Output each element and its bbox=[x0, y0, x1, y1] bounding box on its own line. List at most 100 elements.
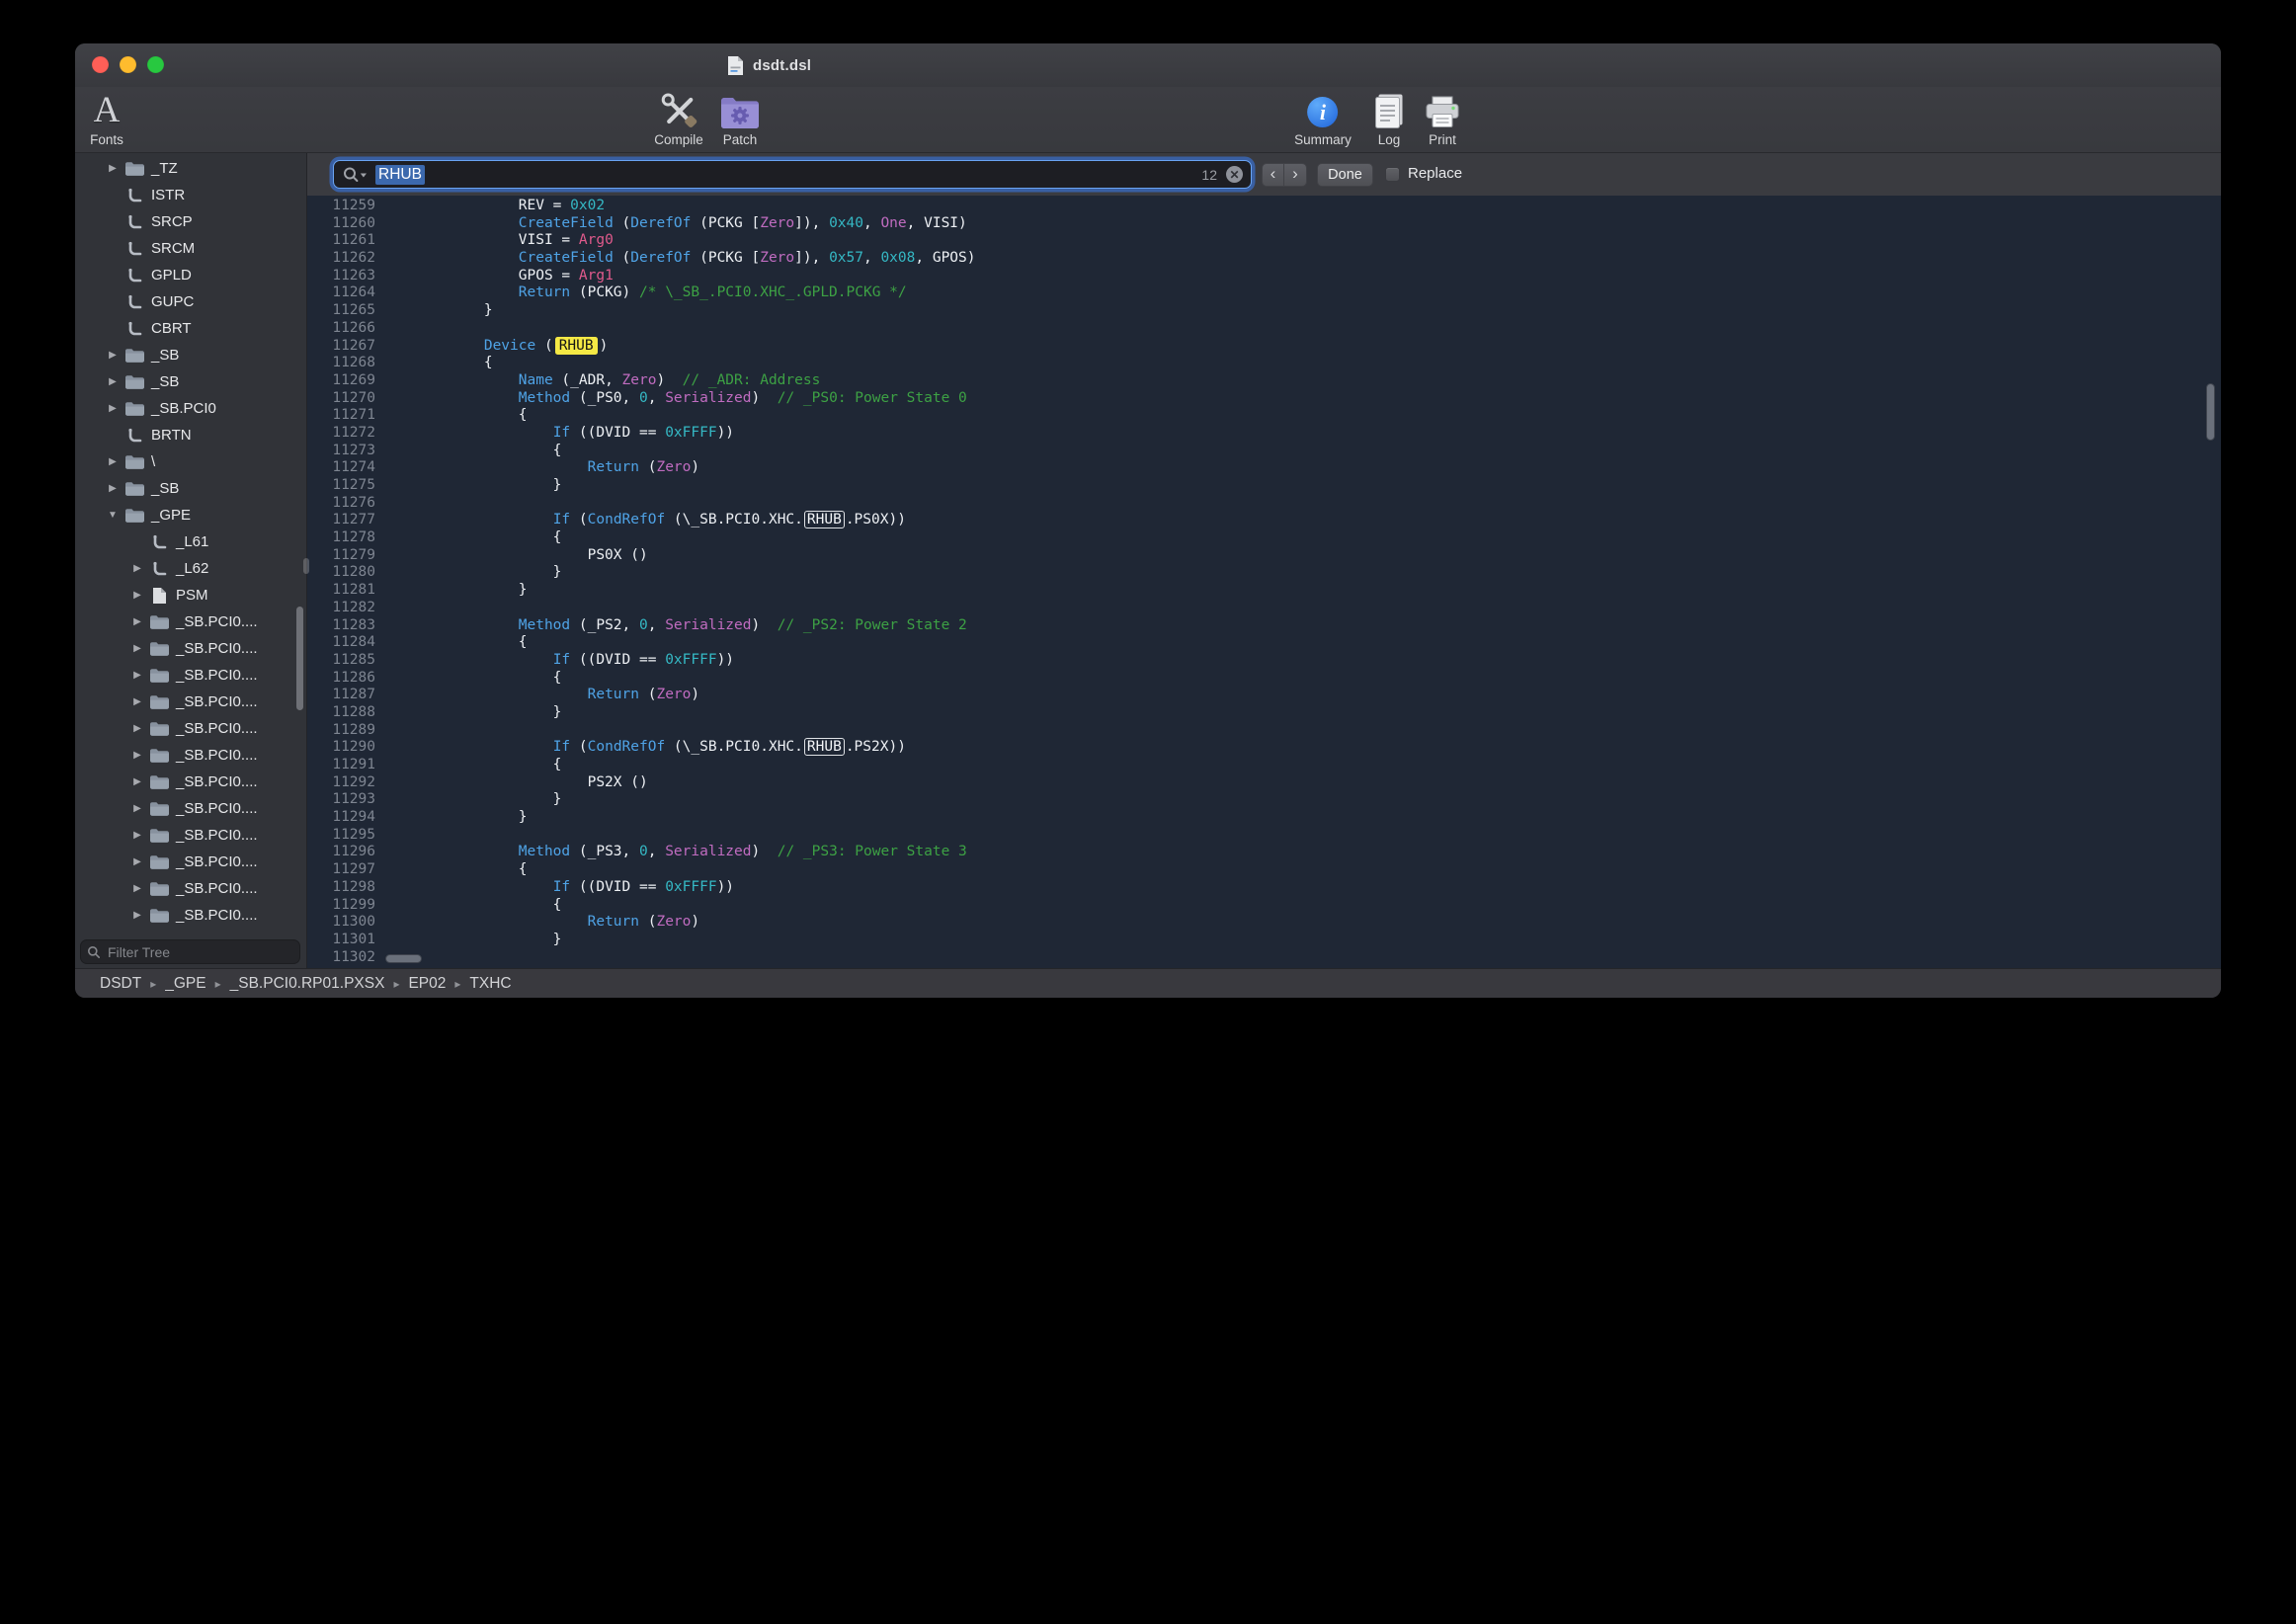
tree-item-_sb[interactable]: ▶_SB bbox=[75, 368, 306, 395]
disclosure-triangle-icon[interactable]: ▶ bbox=[127, 643, 147, 654]
breadcrumb-item[interactable]: EP02 bbox=[408, 975, 446, 993]
done-button[interactable]: Done bbox=[1317, 163, 1373, 187]
tree-item-[interactable]: ▶\ bbox=[75, 448, 306, 475]
tree-item-_sbpci0[interactable]: ▶_SB.PCI0.... bbox=[75, 609, 306, 635]
folder-icon bbox=[147, 668, 171, 684]
tree-item-_sb[interactable]: ▶_SB bbox=[75, 342, 306, 368]
code-line: { bbox=[415, 407, 2221, 425]
patch-folder-gear-icon bbox=[719, 89, 761, 130]
clear-search-icon[interactable]: ✕ bbox=[1226, 166, 1243, 183]
line-number: 11265 bbox=[307, 302, 375, 320]
code-line: { bbox=[415, 861, 2221, 879]
tree-item-_gpe[interactable]: ▼ _GPE bbox=[75, 502, 306, 528]
patch-label: Patch bbox=[723, 132, 758, 147]
disclosure-triangle-icon[interactable]: ▶ bbox=[127, 590, 147, 601]
tree-item-srcp[interactable]: ▶SRCP bbox=[75, 208, 306, 235]
minimize-window-button[interactable] bbox=[120, 56, 136, 73]
filter-tree-field[interactable] bbox=[80, 939, 300, 964]
method-icon bbox=[123, 294, 146, 310]
disclosure-triangle-icon[interactable]: ▶ bbox=[103, 376, 123, 387]
splitter-handle[interactable] bbox=[303, 558, 309, 574]
tree-item-brtn[interactable]: ▶BRTN bbox=[75, 422, 306, 448]
disclosure-triangle-icon[interactable]: ▶ bbox=[127, 910, 147, 921]
tree-item-_l61[interactable]: ▶_L61 bbox=[75, 528, 306, 555]
find-search-field[interactable]: RHUB 12 ✕ bbox=[333, 160, 1252, 189]
disclosure-triangle-icon[interactable]: ▶ bbox=[127, 776, 147, 787]
tree-item-_sbpci0[interactable]: ▶ _SB.PCI0.... bbox=[75, 635, 306, 662]
disclosure-triangle-icon[interactable]: ▶ bbox=[127, 803, 147, 814]
disclosure-triangle-icon[interactable]: ▼ bbox=[103, 510, 123, 521]
disclosure-triangle-icon[interactable]: ▶ bbox=[127, 830, 147, 841]
fonts-button[interactable]: A Fonts bbox=[90, 89, 123, 147]
filter-tree-input[interactable] bbox=[106, 943, 293, 961]
editor-vertical-scrollbar[interactable] bbox=[2206, 383, 2215, 441]
tree-item-srcm[interactable]: ▶SRCM bbox=[75, 235, 306, 262]
tree-item-_sbpci0[interactable]: ▶_SB.PCI0.... bbox=[75, 742, 306, 769]
disclosure-triangle-icon[interactable]: ▶ bbox=[103, 483, 123, 494]
tree-item-label: _SB.PCI0.... bbox=[176, 880, 258, 897]
replace-checkbox[interactable] bbox=[1385, 167, 1400, 182]
tree-item-_sbpci0[interactable]: ▶_SB.PCI0.... bbox=[75, 715, 306, 742]
tree-item-_sbpci0[interactable]: ▶_SB.PCI0 bbox=[75, 929, 306, 935]
search-match[interactable]: RHUB bbox=[804, 738, 845, 756]
search-menu-icon[interactable] bbox=[342, 166, 369, 184]
tree-item-gupc[interactable]: ▶GUPC bbox=[75, 288, 306, 315]
breadcrumb-item[interactable]: _GPE bbox=[165, 975, 205, 993]
close-window-button[interactable] bbox=[92, 56, 109, 73]
zoom-window-button[interactable] bbox=[147, 56, 164, 73]
compile-button[interactable]: Compile bbox=[654, 89, 703, 147]
previous-match-button[interactable]: ‹ bbox=[1262, 163, 1284, 187]
next-match-button[interactable]: › bbox=[1284, 163, 1307, 187]
disclosure-triangle-icon[interactable]: ▶ bbox=[103, 456, 123, 467]
tree-item-_tz[interactable]: ▶_TZ bbox=[75, 155, 306, 182]
disclosure-triangle-icon[interactable]: ▶ bbox=[127, 563, 147, 574]
tree-item-label: _SB.PCI0.... bbox=[176, 640, 258, 657]
title-bar[interactable]: dsdt.dsl bbox=[75, 43, 2221, 87]
tree-item-_sb[interactable]: ▶_SB bbox=[75, 475, 306, 502]
log-button[interactable]: Log bbox=[1374, 89, 1404, 147]
tree-item-_sbpci0[interactable]: ▶_SB.PCI0.... bbox=[75, 849, 306, 875]
folder-icon bbox=[147, 854, 171, 870]
folder-icon bbox=[123, 374, 146, 390]
tree-item-label: PSM bbox=[176, 587, 208, 604]
tree-item-_sbpci0[interactable]: ▶_SB.PCI0.... bbox=[75, 662, 306, 689]
breadcrumb-item[interactable]: TXHC bbox=[469, 975, 511, 993]
tree-item-_sbpci0[interactable]: ▶_SB.PCI0.... bbox=[75, 902, 306, 929]
tree-item-_sbpci0[interactable]: ▶_SB.PCI0.... bbox=[75, 822, 306, 849]
disclosure-triangle-icon[interactable]: ▶ bbox=[127, 750, 147, 761]
disclosure-triangle-icon[interactable]: ▶ bbox=[127, 883, 147, 894]
tree-item-_sbpci0[interactable]: ▶_SB.PCI0.... bbox=[75, 769, 306, 795]
patch-button[interactable]: Patch bbox=[719, 89, 761, 147]
disclosure-triangle-icon[interactable]: ▶ bbox=[127, 723, 147, 734]
code-editor[interactable]: 1125911260112611126211263112641126511266… bbox=[307, 196, 2221, 968]
disclosure-triangle-icon[interactable]: ▶ bbox=[127, 670, 147, 681]
tree-item-label: _GPE bbox=[151, 507, 191, 524]
summary-button[interactable]: i Summary bbox=[1294, 89, 1352, 147]
tree-item-cbrt[interactable]: ▶CBRT bbox=[75, 315, 306, 342]
tree-item-_sbpci0[interactable]: ▶ _SB.PCI0.... bbox=[75, 875, 306, 902]
disclosure-triangle-icon[interactable]: ▶ bbox=[103, 403, 123, 414]
tree-item-psm[interactable]: ▶ PSM bbox=[75, 582, 306, 609]
breadcrumb-item[interactable]: DSDT bbox=[100, 975, 141, 993]
disclosure-triangle-icon[interactable]: ▶ bbox=[127, 856, 147, 867]
sidebar-tree[interactable]: ▶_TZ▶ISTR▶SRCP▶SRCM▶GPLD▶GUPC▶CBRT▶_SB▶_… bbox=[75, 155, 306, 935]
tree-item-istr[interactable]: ▶ISTR bbox=[75, 182, 306, 208]
breadcrumb-item[interactable]: _SB.PCI0.RP01.PXSX bbox=[230, 975, 385, 993]
code-lines[interactable]: REV = 0x02 CreateField (DerefOf (PCKG [Z… bbox=[380, 196, 2221, 968]
editor-horizontal-scrollbar[interactable] bbox=[385, 954, 422, 963]
disclosure-triangle-icon[interactable]: ▶ bbox=[127, 616, 147, 627]
tree-item-_l62[interactable]: ▶_L62 bbox=[75, 555, 306, 582]
print-button[interactable]: Print bbox=[1425, 89, 1460, 147]
disclosure-triangle-icon[interactable]: ▶ bbox=[103, 163, 123, 174]
breadcrumb-separator-icon: ▸ bbox=[393, 977, 399, 991]
sidebar-scrollbar[interactable] bbox=[296, 607, 303, 710]
tree-item-_sbpci0[interactable]: ▶_SB.PCI0.... bbox=[75, 795, 306, 822]
search-match[interactable]: RHUB bbox=[804, 511, 845, 528]
tree-item-gpld[interactable]: ▶GPLD bbox=[75, 262, 306, 288]
tree-item-_sbpci0[interactable]: ▶_SB.PCI0 bbox=[75, 395, 306, 422]
search-match-current[interactable]: RHUB bbox=[555, 337, 598, 355]
disclosure-triangle-icon[interactable]: ▶ bbox=[127, 696, 147, 707]
tree-item-_sbpci0[interactable]: ▶_SB.PCI0.... bbox=[75, 689, 306, 715]
disclosure-triangle-icon[interactable]: ▶ bbox=[103, 350, 123, 361]
line-number: 11285 bbox=[307, 652, 375, 670]
